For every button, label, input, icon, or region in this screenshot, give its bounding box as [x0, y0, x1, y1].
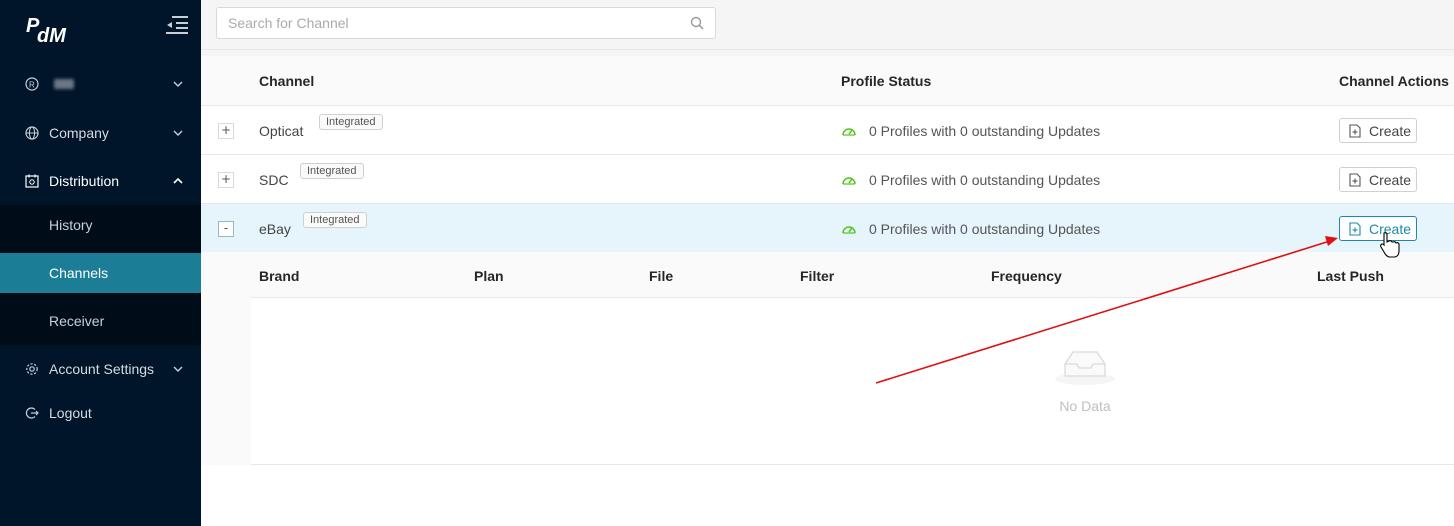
globe-icon — [24, 125, 40, 141]
file-add-icon — [1349, 173, 1361, 187]
profile-status-text: 0 Profiles with 0 outstanding Updates — [869, 123, 1101, 139]
sidebar-item-label: Distribution — [49, 173, 120, 189]
integrated-tag: Integrated — [319, 114, 383, 130]
table-row: + SDC Integrated 0 Profiles with 0 outst… — [201, 155, 1454, 204]
redacted-name — [54, 79, 74, 89]
expanded-row-content: Brand Plan File Filter Frequency Last Pu… — [201, 252, 1454, 465]
sidebar-item-account[interactable]: R — [0, 64, 201, 104]
file-add-icon — [1349, 124, 1361, 138]
create-button-label: Create — [1369, 172, 1412, 188]
create-button[interactable]: Create — [1339, 167, 1417, 192]
column-header-brand: Brand — [259, 268, 300, 284]
dashboard-icon — [842, 128, 856, 136]
sidebar-item-distribution[interactable]: Distribution — [0, 161, 201, 201]
channel-name: Opticat — [259, 123, 304, 139]
logout-icon — [24, 405, 40, 421]
collapse-row-button[interactable]: - — [218, 221, 234, 237]
registered-icon: R — [24, 76, 40, 92]
sidebar-item-label: Channels — [49, 265, 109, 281]
create-button[interactable]: Create — [1339, 118, 1417, 143]
search-box[interactable] — [216, 7, 716, 39]
column-header-frequency: Frequency — [991, 268, 1062, 284]
sidebar-item-receiver[interactable]: Receiver — [0, 301, 201, 341]
sidebar-item-account-settings[interactable]: Account Settings — [0, 349, 201, 389]
sidebar-item-label: Account Settings — [49, 361, 155, 377]
expand-row-button[interactable]: + — [218, 123, 234, 139]
top-bar — [201, 0, 1454, 50]
chevron-up-icon — [173, 177, 183, 184]
column-header-channel-actions: Channel Actions — [1339, 73, 1449, 89]
empty-inbox-icon — [1055, 351, 1115, 385]
no-data-text: No Data — [1059, 398, 1111, 414]
sidebar: P dM R Company Distribution History Chan… — [0, 0, 201, 526]
column-header-file: File — [649, 268, 674, 284]
sidebar-item-label: Receiver — [49, 313, 105, 329]
create-button-label: Create — [1369, 123, 1412, 139]
channel-name: eBay — [259, 221, 291, 237]
column-header-profile-status: Profile Status — [841, 73, 932, 89]
table-row: + Opticat Integrated 0 Profiles with 0 o… — [201, 106, 1454, 155]
sidebar-item-channels[interactable]: Channels — [0, 253, 201, 293]
chevron-down-icon — [173, 81, 183, 87]
chevron-down-icon — [173, 130, 183, 136]
create-button[interactable]: Create — [1339, 216, 1417, 241]
profile-status: 0 Profiles with 0 outstanding Updates — [841, 172, 1100, 188]
sidebar-item-label: History — [49, 217, 93, 233]
calendar-sync-icon — [24, 173, 40, 189]
svg-text:dM: dM — [37, 25, 67, 46]
column-header-filter: Filter — [800, 268, 835, 284]
nested-indent — [201, 252, 251, 465]
create-button-label: Create — [1369, 221, 1412, 237]
profile-status: 0 Profiles with 0 outstanding Updates — [841, 221, 1100, 237]
search-icon[interactable] — [690, 16, 704, 30]
chevron-down-icon — [173, 366, 183, 372]
table-row: - eBay Integrated 0 Profiles with 0 outs… — [201, 204, 1454, 253]
column-header-last-push: Last Push — [1317, 268, 1384, 284]
column-header-plan: Plan — [474, 268, 504, 284]
sidebar-item-label: Company — [49, 125, 109, 141]
gear-icon — [24, 361, 40, 377]
sidebar-item-label: Logout — [49, 405, 92, 421]
svg-text:R: R — [29, 81, 35, 90]
integrated-tag: Integrated — [303, 212, 367, 228]
search-input[interactable] — [217, 8, 657, 38]
dashboard-icon — [842, 177, 856, 185]
channel-name: SDC — [259, 172, 289, 188]
nested-table-header: Brand Plan File Filter Frequency Last Pu… — [251, 252, 1454, 298]
integrated-tag: Integrated — [300, 163, 364, 179]
expand-row-button[interactable]: + — [218, 172, 234, 188]
sidebar-item-company[interactable]: Company — [0, 113, 201, 153]
table-header: Channel Profile Status Channel Actions — [201, 56, 1454, 106]
sidebar-item-history[interactable]: History — [0, 205, 201, 245]
menu-collapse-icon[interactable] — [166, 15, 188, 35]
profile-status: 0 Profiles with 0 outstanding Updates — [841, 123, 1100, 139]
sidebar-item-logout[interactable]: Logout — [0, 393, 201, 433]
profile-status-text: 0 Profiles with 0 outstanding Updates — [869, 221, 1101, 237]
profile-status-text: 0 Profiles with 0 outstanding Updates — [869, 172, 1101, 188]
file-add-icon — [1349, 222, 1361, 236]
dashboard-icon — [842, 226, 856, 234]
pdm-logo[interactable]: P dM — [26, 12, 80, 46]
column-header-channel: Channel — [259, 73, 315, 89]
